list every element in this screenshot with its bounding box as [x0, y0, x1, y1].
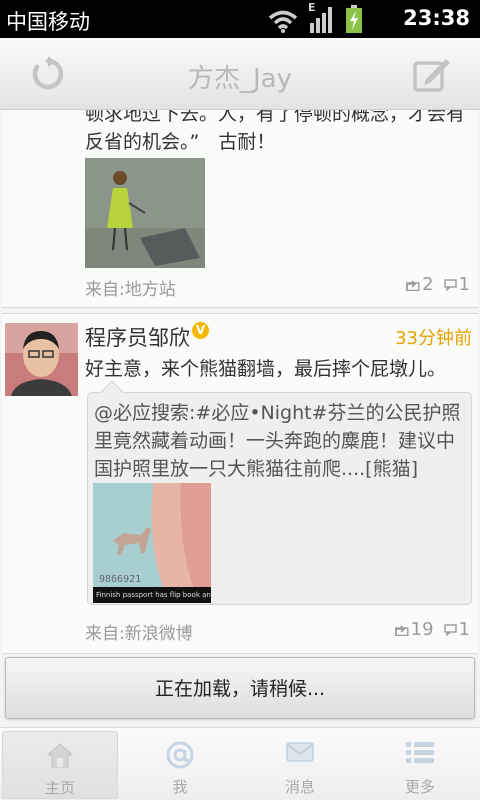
post-time: 33分钟前: [395, 328, 472, 349]
status-text: 好主意，来个熊猫翻墙，最后摔个屁墩儿。: [85, 358, 447, 380]
status-image[interactable]: [85, 158, 205, 268]
page-title: 方杰_Jay: [188, 64, 292, 94]
verified-badge-icon: V: [192, 322, 209, 339]
home-icon: [46, 743, 74, 768]
author-name-text: 程序员邹欣: [85, 326, 190, 350]
title-bar: 方杰_Jay: [0, 38, 480, 110]
tab-label: 更多: [404, 778, 435, 796]
carrier-name: 中国移动: [6, 10, 90, 34]
status-card[interactable]: 顿求地过下去。人，有了停顿的概念，才会有反省的机会。” 古耐！ 来自:地方站 2: [2, 110, 478, 308]
signal-icon: E: [308, 1, 336, 33]
at-icon: [166, 741, 194, 769]
repost-count[interactable]: 19: [394, 619, 434, 640]
network-type-label: E: [308, 1, 316, 14]
retweet-text: @必应搜索:#必应•Night#芬兰的公民护照里竟然藏着动画！一头奔跑的麋鹿！建…: [94, 402, 461, 480]
tab-label: 消息: [284, 778, 315, 796]
status-source: 来自:地方站: [85, 280, 176, 300]
comment-count-value: 1: [458, 274, 470, 295]
clock: 23:38: [403, 6, 470, 30]
tab-label: 我: [172, 778, 188, 796]
status-stats: 2 1: [406, 274, 470, 295]
status-source: 来自:新浪微博: [85, 624, 193, 644]
status-card[interactable]: 程序员邹欣 V 33分钟前 好主意，来个熊猫翻墙，最后摔个屁墩儿。 @必应搜索:#…: [2, 313, 478, 654]
avatar[interactable]: [5, 323, 78, 396]
repost-count-value: 19: [410, 619, 434, 640]
comment-icon: [443, 278, 457, 291]
wifi-icon: [268, 10, 298, 33]
tab-more[interactable]: 更多: [360, 728, 480, 800]
svg-text:9866921: 9866921: [99, 574, 141, 585]
battery-icon: [346, 5, 362, 33]
bottom-tab-bar: 主页 我 消息 更多: [0, 727, 480, 800]
author-name[interactable]: 程序员邹欣 V: [85, 322, 209, 352]
comment-count[interactable]: 1: [443, 619, 470, 640]
comment-icon: [443, 623, 457, 636]
tab-label: 主页: [44, 779, 75, 797]
status-stats: 19 1: [394, 619, 470, 640]
timeline-feed[interactable]: 顿求地过下去。人，有了停顿的概念，才会有反省的机会。” 古耐！ 来自:地方站 2: [0, 110, 480, 727]
tab-home[interactable]: 主页: [2, 731, 118, 799]
compose-icon: [413, 59, 450, 92]
list-icon: [406, 742, 434, 763]
comment-count[interactable]: 1: [443, 274, 470, 295]
comment-count-value: 1: [458, 619, 470, 640]
retweet-image-caption: Finnish passport has flip book animation: [93, 587, 211, 603]
repost-icon: [394, 624, 409, 636]
status-text: 顿求地过下去。人，有了停顿的概念，才会有反省的机会。” 古耐！: [85, 110, 466, 153]
status-icons: E: [268, 1, 362, 33]
repost-count-value: 2: [422, 274, 434, 295]
status-bar: 中国移动 E 23:38: [0, 0, 480, 38]
repost-icon: [406, 279, 420, 291]
repost-count[interactable]: 2: [406, 274, 434, 295]
retweet-image[interactable]: 9866921 Finnish passport has flip book a…: [93, 483, 211, 603]
loading-more-button[interactable]: 正在加载，请稍候...: [5, 657, 475, 719]
retweet-box[interactable]: @必应搜索:#必应•Night#芬兰的公民护照里竟然藏着动画！一头奔跑的麋鹿！建…: [87, 380, 472, 605]
tab-messages[interactable]: 消息: [240, 728, 360, 800]
tab-me[interactable]: 我: [120, 728, 240, 800]
envelope-icon: [286, 742, 314, 762]
compose-button[interactable]: [410, 54, 454, 94]
